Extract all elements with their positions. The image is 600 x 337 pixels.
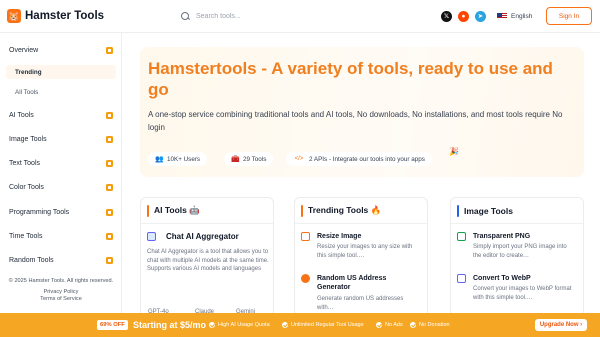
us-flag-icon <box>497 12 507 20</box>
sidebar-item-label: AI Tools <box>9 111 34 119</box>
sidebar-item-label: Image Tools <box>9 135 47 143</box>
code-icon: </> <box>294 155 304 162</box>
check-icon <box>282 322 288 328</box>
search-bar[interactable] <box>180 7 380 25</box>
price-text: Starting at $5/mo <box>133 320 207 330</box>
stat-users: 👥 10K+ Users <box>148 152 208 166</box>
check-icon <box>376 322 382 328</box>
stat-apis[interactable]: </> 2 APIs - Integrate our tools into yo… <box>286 152 432 166</box>
sidebar-item-label: Time Tools <box>9 232 43 240</box>
check-icon <box>410 322 416 328</box>
copyright-text: © 2025 Hamster Tools. All rights reserve… <box>8 278 114 284</box>
language-selector[interactable]: English <box>497 9 532 23</box>
sidebar-item-color-tools[interactable]: Color Tools <box>0 180 122 194</box>
hero-title: Hamstertools - A variety of tools, ready… <box>148 59 553 99</box>
convert-icon <box>457 274 466 283</box>
stat-label: 10K+ Users <box>167 155 201 163</box>
users-icon: 👥 <box>155 155 164 163</box>
reddit-icon[interactable]: ● <box>458 11 469 22</box>
language-label: English <box>511 12 533 20</box>
ai-tools-card: AI Tools 🤖 Chat AI Aggregator Chat AI Ag… <box>140 197 274 317</box>
random-tools-icon <box>106 256 113 264</box>
card-title: Image Tools <box>464 205 513 216</box>
accent-bar <box>301 204 303 217</box>
tool-description: Chat AI Aggregator is a tool that allows… <box>147 249 269 272</box>
hero-description: A one-stop service combining traditional… <box>148 110 563 132</box>
stat-tools: 🧰 29 Tools <box>224 152 274 166</box>
privacy-policy-link[interactable]: Privacy Policy <box>0 289 122 295</box>
chat-bubble-icon <box>147 232 156 241</box>
tool-name: Transparent PNG <box>473 233 531 240</box>
search-input[interactable] <box>196 12 376 20</box>
image-file-icon <box>457 232 466 241</box>
location-pin-icon <box>301 274 310 283</box>
tool-description: Resize your images to any size with this… <box>317 244 413 259</box>
tool-description: Convert your images to WebP format with … <box>473 286 572 301</box>
time-tools-icon <box>106 232 113 240</box>
search-icon <box>180 11 190 21</box>
sidebar-item-all-tools[interactable]: All Tools <box>6 85 116 99</box>
sidebar-item-overview[interactable]: Overview <box>0 43 122 57</box>
feature-label: High AI Usage Quota <box>218 322 270 328</box>
resize-icon <box>301 232 310 241</box>
sidebar-item-ai-tools[interactable]: AI Tools <box>0 108 122 122</box>
card-title: Trending Tools 🔥 <box>308 205 382 215</box>
terms-of-service-link[interactable]: Terms of Service <box>0 296 122 302</box>
card-title: AI Tools 🤖 <box>154 205 200 215</box>
image-tools-card: Image Tools Transparent PNG Simply impor… <box>450 197 584 317</box>
card-header: Trending Tools 🔥 <box>295 198 427 224</box>
discount-badge: 69% OFF <box>97 320 128 330</box>
top-header: 🐹 Hamster Tools 𝕏 ● ➤ English Sign In <box>0 0 600 33</box>
tool-name: Convert To WebP <box>473 275 531 282</box>
card-header: Image Tools <box>451 198 583 224</box>
sidebar-item-trending[interactable]: Trending <box>6 65 116 79</box>
feature-label: Unlimited Regular Tool Usage <box>291 322 364 328</box>
sidebar-item-label: Overview <box>9 46 39 54</box>
accent-bar <box>147 204 149 217</box>
upgrade-now-button[interactable]: Upgrade Now › <box>535 319 587 331</box>
feature-item: No Donation <box>410 321 450 329</box>
programming-tools-icon <box>106 208 113 216</box>
sidebar-item-random-tools[interactable]: Random Tools <box>0 253 122 267</box>
site-logo-text[interactable]: Hamster Tools <box>25 9 104 23</box>
feature-label: No Donation <box>419 322 450 328</box>
tool-name: Random US Address Generator <box>317 275 387 291</box>
card-header: AI Tools 🤖 <box>141 198 273 224</box>
color-tools-icon <box>106 183 113 191</box>
feature-item: Unlimited Regular Tool Usage <box>282 321 364 329</box>
feature-item: No Ads <box>376 321 403 329</box>
tool-name: Resize Image <box>317 233 362 240</box>
x-twitter-icon[interactable]: 𝕏 <box>441 11 452 22</box>
sign-in-button[interactable]: Sign In <box>546 7 592 25</box>
overview-icon <box>106 46 113 54</box>
sidebar-item-time-tools[interactable]: Time Tools <box>0 229 122 243</box>
sidebar: Overview Trending All Tools AI Tools Ima… <box>0 33 122 313</box>
sidebar-item-programming-tools[interactable]: Programming Tools <box>0 205 122 219</box>
stat-label: 29 Tools <box>243 155 267 163</box>
sidebar-item-text-tools[interactable]: Text Tools <box>0 156 122 170</box>
sidebar-item-label: Color Tools <box>9 183 44 191</box>
feature-item: High AI Usage Quota <box>209 321 270 329</box>
party-popper-icon: 🎉 <box>449 147 459 156</box>
tool-description: Generate random US addresses with… <box>317 296 404 311</box>
sidebar-item-image-tools[interactable]: Image Tools <box>0 132 122 146</box>
text-tools-icon <box>106 159 113 167</box>
telegram-icon[interactable]: ➤ <box>475 11 486 22</box>
tool-name: Chat AI Aggregator <box>166 232 239 241</box>
check-icon <box>209 322 215 328</box>
image-tools-icon <box>106 135 113 143</box>
ai-tools-icon <box>106 111 113 119</box>
sidebar-item-label: Text Tools <box>9 159 40 167</box>
feature-label: No Ads <box>385 322 403 328</box>
tool-description: Simply import your PNG image into the ed… <box>473 244 567 259</box>
sidebar-item-label: Random Tools <box>9 256 54 264</box>
sidebar-item-label: Programming Tools <box>9 208 70 216</box>
tools-icon: 🧰 <box>231 155 240 163</box>
accent-bar <box>457 204 459 217</box>
hamster-logo-icon[interactable]: 🐹 <box>7 9 21 23</box>
promo-banner: 69% OFF Starting at $5/mo High AI Usage … <box>0 313 600 337</box>
stat-label: 2 APIs - Integrate our tools into your a… <box>309 155 425 163</box>
trending-tools-card: Trending Tools 🔥 Resize Image Resize you… <box>294 197 428 317</box>
